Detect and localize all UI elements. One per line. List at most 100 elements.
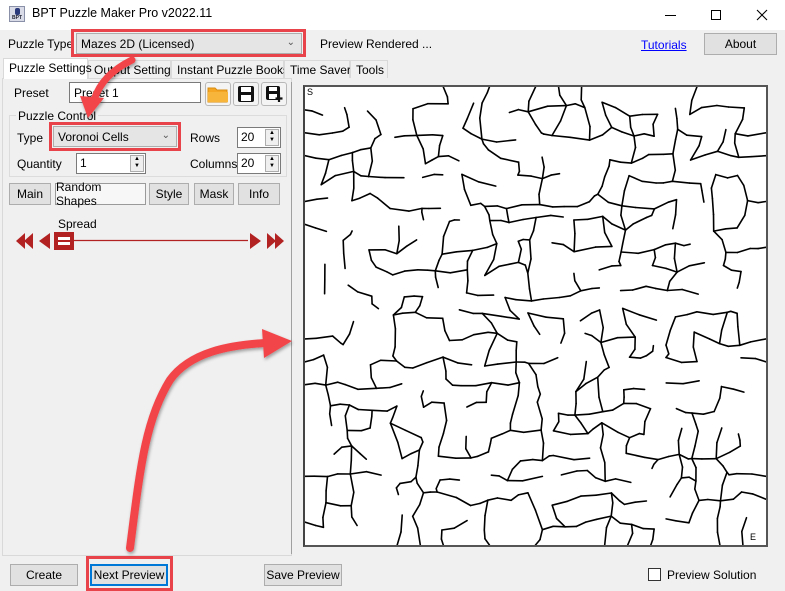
- maze-wall: [437, 446, 440, 458]
- maze-wall: [747, 131, 766, 137]
- maze-wall: [592, 421, 603, 431]
- maze-wall: [576, 469, 589, 472]
- rows-spinner[interactable]: 20 ▲ ▼: [237, 127, 281, 148]
- quantity-spinner[interactable]: 1 ▲ ▼: [76, 153, 146, 174]
- minimize-button[interactable]: [647, 0, 693, 30]
- maze-wall: [545, 316, 565, 320]
- maze-wall: [675, 407, 687, 414]
- maze-wall: [315, 335, 334, 340]
- spin-arrows-icon[interactable]: ▲ ▼: [130, 155, 144, 172]
- maze-wall: [669, 316, 677, 332]
- maze-wall: [431, 133, 444, 137]
- columns-label: Columns: [190, 157, 238, 171]
- puzzle-type-value: Mazes 2D (Licensed): [81, 36, 195, 51]
- maze-wall: [672, 153, 677, 171]
- maze-wall: [449, 269, 469, 274]
- maze-wall: [684, 411, 693, 414]
- save-as-new-preset-button[interactable]: [261, 82, 287, 106]
- step-left-icon[interactable]: [39, 233, 50, 249]
- maze-wall: [718, 329, 723, 345]
- maze-wall: [528, 239, 532, 260]
- maze-wall: [665, 353, 670, 359]
- subtab-main[interactable]: Main: [9, 183, 51, 205]
- maze-wall: [624, 223, 635, 231]
- maze-wall: [541, 166, 545, 180]
- about-button[interactable]: About: [704, 33, 777, 55]
- maze-wall: [610, 126, 623, 133]
- jump-to-max-icon[interactable]: [267, 233, 276, 249]
- maze-wall: [346, 113, 350, 129]
- tutorials-link[interactable]: Tutorials: [641, 38, 687, 52]
- spin-arrows-icon[interactable]: ▲ ▼: [265, 129, 279, 146]
- maze-wall: [483, 529, 486, 540]
- maze-wall: [743, 199, 749, 217]
- maze-wall: [603, 231, 613, 248]
- slider-thumb[interactable]: [54, 232, 74, 250]
- create-button[interactable]: Create: [10, 564, 78, 586]
- maze-wall: [322, 354, 329, 369]
- tab-instant-puzzle-books[interactable]: Instant Puzzle Books: [171, 60, 289, 78]
- maze-wall: [367, 160, 374, 178]
- step-right-icon[interactable]: [250, 233, 261, 249]
- window-title: BPT Puzzle Maker Pro v2022.11: [32, 6, 213, 20]
- next-preview-button[interactable]: Next Preview: [90, 564, 168, 586]
- maze-wall: [713, 397, 721, 413]
- maze-wall: [370, 259, 377, 268]
- preview-solution-checkbox[interactable]: [648, 568, 661, 581]
- maze-wall: [369, 415, 373, 429]
- maze-wall: [447, 155, 460, 162]
- close-button[interactable]: [739, 0, 785, 30]
- maze-wall: [479, 117, 483, 140]
- preset-input[interactable]: [69, 82, 201, 103]
- maze-wall: [515, 371, 521, 384]
- spin-arrows-icon[interactable]: ▲ ▼: [265, 155, 279, 172]
- maze-wall: [639, 354, 648, 359]
- subtab-info[interactable]: Info: [238, 183, 280, 205]
- maze-wall: [600, 326, 605, 344]
- maze-wall: [318, 132, 334, 136]
- maze-wall: [527, 105, 549, 113]
- tab-output-settings[interactable]: Output Settings: [88, 60, 177, 78]
- spread-slider[interactable]: [14, 229, 286, 253]
- tab-tools[interactable]: Tools: [350, 60, 388, 78]
- maze-wall: [360, 175, 370, 178]
- maze-wall: [688, 476, 697, 482]
- maze-wall: [411, 503, 421, 518]
- columns-spinner[interactable]: 20 ▲ ▼: [237, 153, 281, 174]
- save-preset-button[interactable]: [233, 82, 259, 106]
- maze-wall: [757, 246, 766, 250]
- maze-wall: [508, 218, 524, 224]
- tab-time-saver[interactable]: Time Saver: [284, 60, 351, 78]
- subtab-random-shapes[interactable]: Random Shapes: [55, 180, 146, 208]
- subtab-mask[interactable]: Mask: [194, 183, 234, 205]
- maze-wall: [485, 390, 488, 404]
- maze-wall: [519, 458, 534, 462]
- maximize-button[interactable]: [693, 0, 739, 30]
- maze-wall: [462, 117, 469, 130]
- subtab-style[interactable]: Style: [149, 183, 189, 205]
- tab-puzzle-settings[interactable]: Puzzle Settings: [3, 58, 92, 79]
- maze-wall: [305, 109, 313, 112]
- open-preset-button[interactable]: [205, 82, 231, 106]
- maze-wall: [501, 429, 512, 435]
- maze-wall: [314, 382, 327, 386]
- maze-wall: [506, 468, 514, 482]
- maze-wall: [431, 401, 445, 404]
- maze-wall: [741, 107, 746, 121]
- maze-wall: [465, 280, 469, 294]
- maze-wall: [611, 402, 625, 411]
- maze-wall: [724, 251, 727, 260]
- maze-wall: [620, 242, 624, 253]
- maze-wall: [736, 312, 739, 328]
- save-preview-button[interactable]: Save Preview: [264, 564, 342, 586]
- maze-wall: [422, 491, 431, 494]
- maze-wall: [331, 335, 342, 345]
- maze-wall: [538, 177, 544, 196]
- maze-wall: [688, 262, 706, 267]
- maze-wall: [652, 458, 659, 466]
- maze-wall: [734, 132, 749, 137]
- maze-type-combo[interactable]: Voronoi Cells ⌄: [53, 126, 177, 147]
- jump-to-min-icon[interactable]: [16, 233, 25, 249]
- puzzle-type-combo[interactable]: Mazes 2D (Licensed) ⌄: [76, 33, 302, 54]
- maze-wall: [336, 381, 347, 386]
